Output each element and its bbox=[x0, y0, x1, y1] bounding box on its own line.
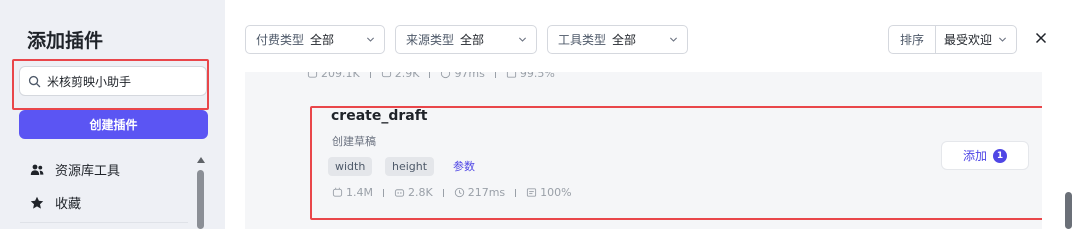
stat-separator bbox=[442, 188, 444, 197]
clock-icon bbox=[441, 72, 451, 79]
stat-separator bbox=[369, 72, 371, 78]
params-link[interactable]: 参数 bbox=[453, 158, 475, 174]
bot-icon bbox=[381, 72, 391, 78]
sidebar-scrollbar[interactable] bbox=[197, 170, 204, 229]
scroll-up-arrow-icon[interactable] bbox=[197, 157, 205, 163]
create-plugin-button[interactable]: 创建插件 bbox=[19, 110, 208, 139]
calls-count: 209.1K bbox=[321, 72, 360, 80]
plugin-calls-icon bbox=[307, 72, 318, 78]
add-count-badge: 1 bbox=[993, 148, 1007, 163]
plugin-calls-icon bbox=[332, 187, 343, 197]
bot-icon bbox=[394, 189, 405, 197]
message-icon bbox=[506, 72, 516, 78]
sidebar-item-label: 收藏 bbox=[55, 197, 82, 212]
filter-label: 付费类型 bbox=[256, 33, 305, 47]
bots-count: 2.9K bbox=[394, 72, 420, 80]
bots-stat: 2.9K bbox=[381, 72, 420, 80]
sidebar-item-label: 资源库工具 bbox=[55, 164, 121, 179]
star-icon bbox=[30, 196, 44, 209]
search-input[interactable] bbox=[47, 74, 197, 88]
bots-stat: 2.8K bbox=[394, 186, 433, 199]
sidebar: 添加插件 创建插件 资源库工具 收藏 bbox=[0, 0, 225, 229]
payment-type-filter[interactable]: 付费类型 全部 bbox=[245, 25, 385, 54]
param-tag: height bbox=[385, 157, 435, 176]
latency-stat: 97ms bbox=[440, 72, 485, 80]
tool-stats: 1.4M 2.8K 217ms 100% bbox=[332, 186, 582, 199]
calls-stat: 1.4M bbox=[332, 186, 373, 199]
plugin-tool-list: 209.1K 2.9K 97ms 99.5% create_draft 创建草稿… bbox=[245, 72, 1042, 229]
stat-separator bbox=[494, 72, 496, 78]
add-plugin-dialog: 添加插件 创建插件 资源库工具 收藏 bbox=[0, 0, 1080, 229]
filter-value: 全部 bbox=[612, 33, 637, 47]
filter-value: 全部 bbox=[460, 33, 485, 47]
chevron-down-icon bbox=[366, 37, 375, 42]
tool-description: 创建草稿 bbox=[332, 135, 376, 148]
chevron-down-icon bbox=[998, 37, 1007, 42]
filter-value: 全部 bbox=[310, 33, 335, 47]
success-rate: 100% bbox=[540, 186, 572, 199]
message-icon bbox=[527, 188, 537, 197]
close-icon[interactable] bbox=[1034, 31, 1048, 45]
stat-separator bbox=[515, 188, 517, 197]
calls-stat: 209.1K bbox=[307, 72, 360, 80]
bots-count: 2.8K bbox=[407, 186, 433, 199]
search-field[interactable] bbox=[19, 66, 207, 96]
latency-value: 97ms bbox=[454, 72, 485, 80]
sidebar-divider bbox=[20, 222, 188, 223]
success-stat: 100% bbox=[526, 186, 572, 199]
latency-stat: 217ms bbox=[454, 186, 505, 199]
sidebar-item-library-tools[interactable]: 资源库工具 bbox=[30, 160, 120, 179]
param-tag: width bbox=[328, 157, 373, 176]
source-type-filter[interactable]: 来源类型 全部 bbox=[395, 25, 537, 54]
calls-count: 1.4M bbox=[346, 186, 373, 199]
success-rate: 99.5% bbox=[519, 72, 555, 80]
chevron-down-icon bbox=[518, 37, 527, 42]
dialog-title: 添加插件 bbox=[27, 30, 104, 52]
clock-icon bbox=[454, 187, 464, 198]
filter-label: 来源类型 bbox=[406, 33, 455, 47]
filter-label: 工具类型 bbox=[558, 33, 607, 47]
users-icon bbox=[30, 164, 44, 175]
sidebar-item-favorites[interactable]: 收藏 bbox=[30, 193, 81, 212]
tool-type-filter[interactable]: 工具类型 全部 bbox=[547, 25, 688, 54]
plugin-list-panel: 付费类型 全部 来源类型 全部 工具类型 全部 排序 最受欢迎 209.1K 2… bbox=[225, 0, 1080, 229]
latency-value: 217ms bbox=[467, 186, 506, 199]
add-tool-button[interactable]: 添加 1 bbox=[941, 141, 1029, 170]
sort-label: 排序 bbox=[900, 33, 925, 47]
stat-separator bbox=[382, 188, 384, 197]
list-scrollbar[interactable] bbox=[1065, 192, 1072, 229]
tool-title: create_draft bbox=[331, 108, 428, 124]
chevron-down-icon bbox=[669, 37, 678, 42]
previous-card-stats: 209.1K 2.9K 97ms 99.5% bbox=[307, 72, 565, 80]
success-stat: 99.5% bbox=[506, 72, 555, 80]
sort-dropdown[interactable]: 排序 最受欢迎 bbox=[888, 25, 1017, 54]
sort-value: 最受欢迎 bbox=[944, 33, 993, 47]
add-label: 添加 bbox=[962, 149, 987, 163]
search-icon bbox=[28, 75, 41, 87]
stat-separator bbox=[429, 72, 431, 78]
